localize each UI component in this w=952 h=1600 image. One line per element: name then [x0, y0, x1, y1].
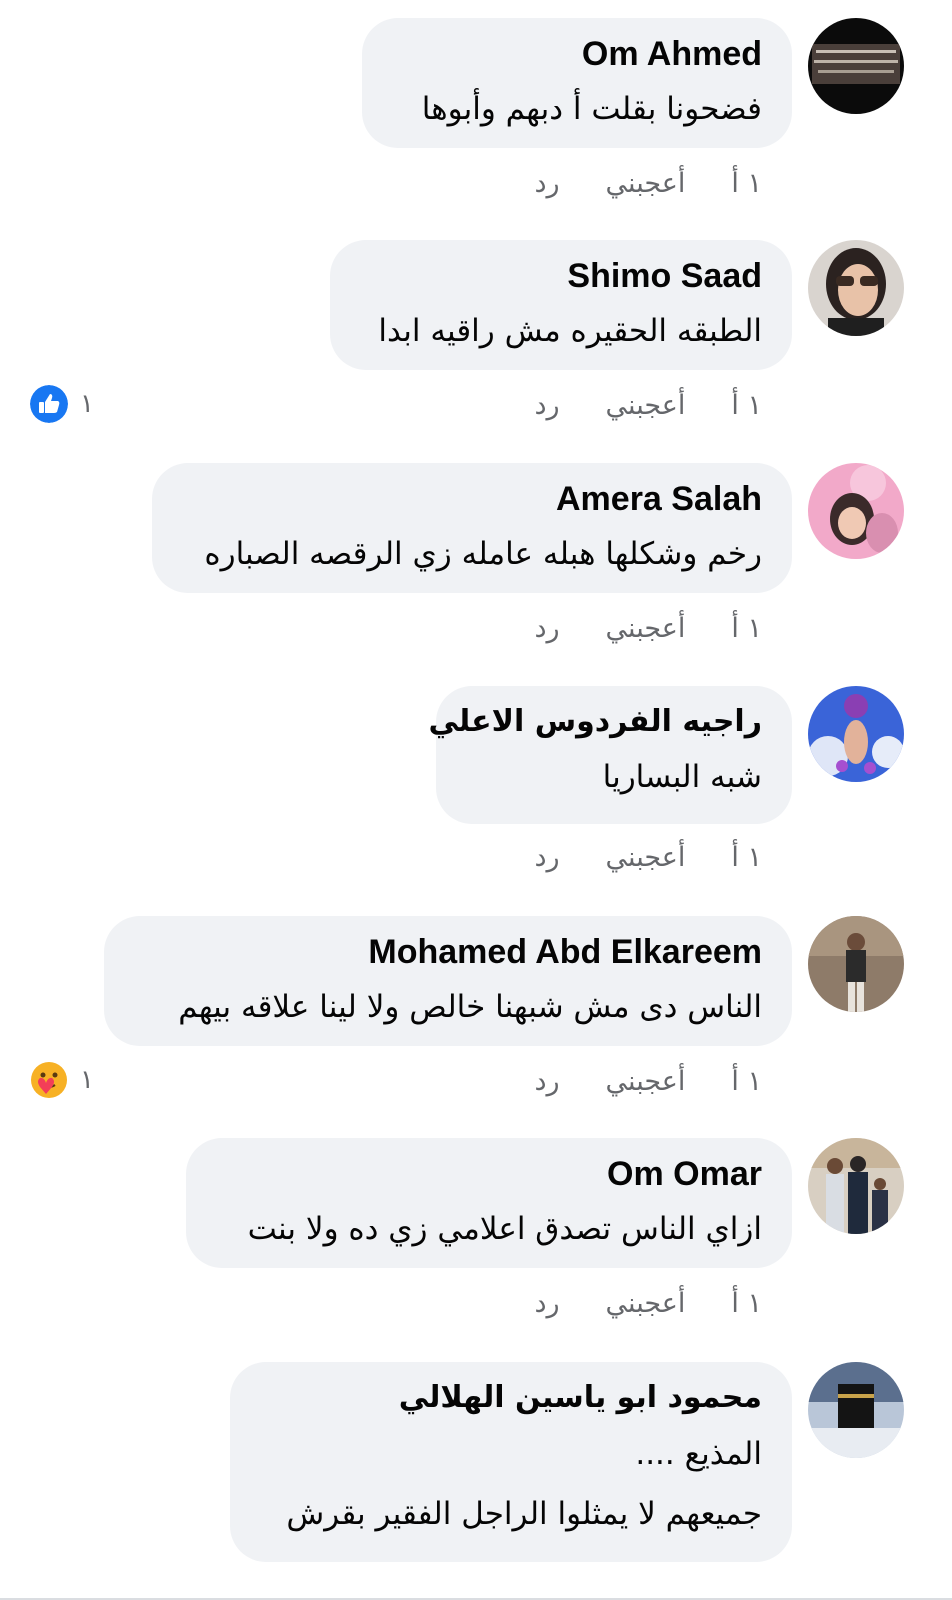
- comment-bubble: Om Omar ازاي الناس تصدق اعلامي زي ده ولا…: [186, 1138, 792, 1268]
- comment-actions: ١ أ أعجبني رد: [534, 168, 762, 199]
- comment-text: رخم وشكلها هبله عامله زي الرقصه الصباره: [204, 536, 762, 572]
- like-button[interactable]: أعجبني: [606, 842, 686, 873]
- comment-time[interactable]: ١ أ: [731, 390, 762, 421]
- comment-text: الناس دى مش شبهنا خالص ولا لينا علاقه بي…: [178, 989, 762, 1025]
- comment-text: ازاي الناس تصدق اعلامي زي ده ولا بنت: [247, 1211, 762, 1247]
- avatar-rose-image: [808, 686, 904, 782]
- avatar[interactable]: [808, 18, 904, 114]
- comment-actions: ١ أ أعجبني رد: [534, 1066, 762, 1097]
- comment-text: فضحونا بقلت أ دبهم وأبوها: [421, 91, 762, 127]
- like-button[interactable]: أعجبني: [606, 1288, 686, 1319]
- reply-button[interactable]: رد: [534, 613, 559, 644]
- comment-author[interactable]: محمود ابو ياسين الهلالي: [260, 1376, 762, 1420]
- avatar[interactable]: [808, 240, 904, 336]
- avatar[interactable]: [808, 916, 904, 1012]
- comment-author[interactable]: Shimo Saad: [360, 254, 762, 298]
- like-button[interactable]: أعجبني: [606, 390, 686, 421]
- comment-bubble: Om Ahmed فضحونا بقلت أ دبهم وأبوها: [362, 18, 792, 148]
- comment-text: شبه البساريا: [602, 759, 762, 795]
- comment-actions: ١ أ أعجبني رد: [534, 390, 762, 421]
- comment-time[interactable]: ١ أ: [731, 1066, 762, 1097]
- avatar-pink-image: [808, 463, 904, 559]
- comment-time[interactable]: ١ أ: [731, 1288, 762, 1319]
- like-button[interactable]: أعجبني: [606, 1066, 686, 1097]
- comment-text-line: المذيع ....: [635, 1436, 762, 1472]
- reply-button[interactable]: رد: [534, 168, 559, 199]
- comment-text: الطبقه الحقيره مش راقيه ابدا: [378, 313, 762, 349]
- avatar[interactable]: [808, 1362, 904, 1458]
- avatar-family-image: [808, 1138, 904, 1234]
- comment-author[interactable]: راجيه الفردوس الاعلي: [429, 700, 762, 744]
- avatar-kaaba-image: [808, 1362, 904, 1458]
- care-icon: [30, 1061, 68, 1099]
- comment-text-line: جميعهم لا يمثلوا الراجل الفقير بقرش: [286, 1496, 762, 1532]
- comment-actions: ١ أ أعجبني رد: [534, 613, 762, 644]
- reaction-summary[interactable]: ١: [30, 385, 94, 423]
- reply-button[interactable]: رد: [534, 1066, 559, 1097]
- comment-bubble: Amera Salah رخم وشكلها هبله عامله زي الر…: [152, 463, 792, 593]
- comment-time[interactable]: ١ أ: [731, 168, 762, 199]
- reaction-count: ١: [80, 1065, 94, 1095]
- like-button[interactable]: أعجبني: [606, 168, 686, 199]
- reaction-summary[interactable]: ١: [30, 1061, 94, 1099]
- avatar[interactable]: [808, 686, 904, 782]
- like-icon: [30, 385, 68, 423]
- comment-time[interactable]: ١ أ: [731, 613, 762, 644]
- reply-button[interactable]: رد: [534, 842, 559, 873]
- like-button[interactable]: أعجبني: [606, 613, 686, 644]
- comment-bubble: Shimo Saad الطبقه الحقيره مش راقيه ابدا: [330, 240, 792, 370]
- comment-actions: ١ أ أعجبني رد: [534, 842, 762, 873]
- reaction-count: ١: [80, 389, 94, 419]
- comment-bubble: Mohamed Abd Elkareem الناس دى مش شبهنا خ…: [104, 916, 792, 1046]
- avatar[interactable]: [808, 463, 904, 559]
- comment-time[interactable]: ١ أ: [731, 842, 762, 873]
- comment-author[interactable]: Om Ahmed: [392, 32, 762, 76]
- comment-author[interactable]: Om Omar: [216, 1152, 762, 1196]
- comment-bubble: راجيه الفردوس الاعلي شبه البساريا: [429, 686, 792, 824]
- reply-button[interactable]: رد: [534, 1288, 559, 1319]
- avatar-calligraphy-image: [808, 18, 904, 114]
- avatar-man-image: [808, 916, 904, 1012]
- avatar[interactable]: [808, 1138, 904, 1234]
- reply-button[interactable]: رد: [534, 390, 559, 421]
- comment-bubble: محمود ابو ياسين الهلالي المذيع .... جميع…: [230, 1362, 792, 1562]
- comment-author[interactable]: Amera Salah: [182, 477, 762, 521]
- avatar-woman-image: [808, 240, 904, 336]
- comment-author[interactable]: Mohamed Abd Elkareem: [134, 930, 762, 974]
- comment-text: المذيع .... جميعهم لا يمثلوا الراجل الفق…: [260, 1424, 762, 1544]
- comment-actions: ١ أ أعجبني رد: [534, 1288, 762, 1319]
